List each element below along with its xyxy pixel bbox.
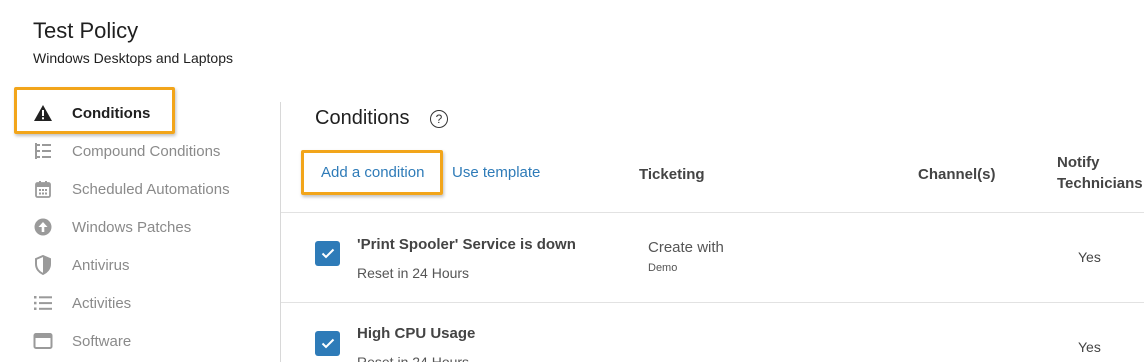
window-icon: [32, 330, 54, 352]
sidebar-item-label: Activities: [72, 294, 132, 312]
condition-reset: Reset in 24 Hours: [357, 265, 470, 281]
sidebar-item-conditions[interactable]: Conditions: [0, 94, 270, 132]
row-checkbox[interactable]: [315, 241, 340, 266]
column-header-ticketing: Ticketing: [639, 166, 705, 183]
sidebar-item-windows-patches[interactable]: Windows Patches: [0, 208, 270, 246]
condition-name[interactable]: High CPU Usage: [357, 325, 475, 342]
sidebar-item-label: Windows Patches: [72, 218, 192, 236]
sidebar-item-label: Antivirus: [72, 256, 130, 274]
warning-icon: [32, 102, 54, 124]
sidebar-item-compound-conditions[interactable]: Compound Conditions: [0, 132, 270, 170]
condition-reset: Reset in 24 Hours: [357, 354, 470, 362]
condition-name[interactable]: 'Print Spooler' Service is down: [357, 236, 576, 253]
notify-value: Yes: [1078, 339, 1101, 355]
ticketing-value: Create with: [648, 239, 724, 256]
column-header-channels: Channel(s): [918, 166, 996, 183]
table-divider: [281, 212, 1144, 213]
list-icon: [32, 292, 54, 314]
page-subtitle: Windows Desktops and Laptops: [33, 50, 233, 66]
sidebar-item-activities[interactable]: Activities: [0, 284, 270, 322]
check-icon: [321, 338, 334, 349]
page-title: Test Policy: [33, 18, 139, 43]
help-icon[interactable]: ?: [430, 110, 448, 128]
section-title: Conditions: [315, 107, 410, 129]
sidebar-item-label: Compound Conditions: [72, 142, 221, 160]
add-condition-button[interactable]: Add a condition: [321, 164, 424, 181]
sidebar-item-label: Conditions: [72, 104, 151, 122]
compound-tree-icon: [32, 140, 54, 162]
notify-value: Yes: [1078, 249, 1101, 265]
sidebar-divider: [280, 102, 281, 362]
ticketing-subvalue: Demo: [648, 262, 678, 274]
check-icon: [321, 248, 334, 259]
table-divider: [281, 302, 1144, 303]
sidebar-item-label: Software: [72, 332, 132, 350]
use-template-button[interactable]: Use template: [452, 164, 540, 181]
sidebar-item-label: Scheduled Automations: [72, 180, 230, 198]
column-header-notify: Notify Technicians: [1057, 154, 1143, 192]
calendar-icon: [32, 178, 54, 200]
shield-icon: [32, 254, 54, 276]
sidebar-item-software[interactable]: Software: [0, 322, 270, 360]
sidebar-item-scheduled-automations[interactable]: Scheduled Automations: [0, 170, 270, 208]
sidebar-item-antivirus[interactable]: Antivirus: [0, 246, 270, 284]
row-checkbox[interactable]: [315, 331, 340, 356]
arrow-up-circle-icon: [32, 216, 54, 238]
